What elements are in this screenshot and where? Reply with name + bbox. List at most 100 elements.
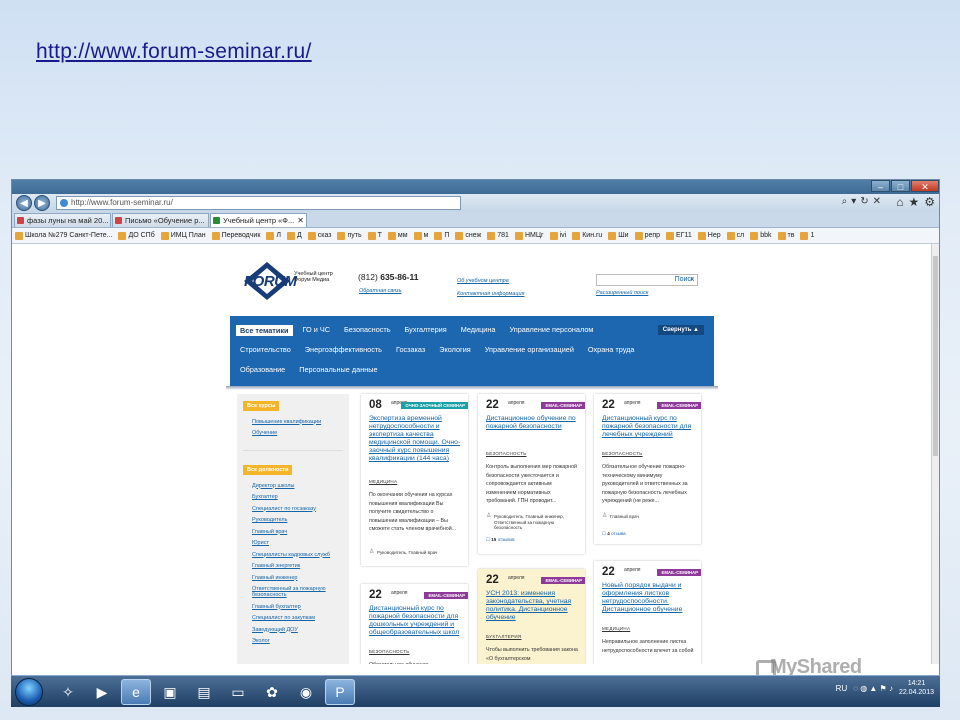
sidebar-link[interactable]: Повышение квалификации: [252, 419, 349, 425]
favorite-item[interactable]: сказ: [307, 231, 331, 240]
sidebar-link[interactable]: Директор школы: [252, 483, 349, 489]
sidebar-link[interactable]: Заведующий ДОУ: [252, 627, 349, 633]
refresh-icon[interactable]: ↻: [860, 196, 868, 207]
start-button[interactable]: [15, 678, 43, 706]
card-category[interactable]: БЕЗОПАСНОСТЬ: [369, 649, 410, 654]
sidebar-link[interactable]: Ответственный за пожарную безопасность: [252, 586, 349, 598]
nav-item[interactable]: Образование: [240, 365, 285, 374]
card-category[interactable]: БЕЗОПАСНОСТЬ: [486, 451, 527, 456]
card-title-link[interactable]: Дистанционный курс по пожарной безопасно…: [369, 605, 464, 637]
nav-item[interactable]: Бухгалтерия: [405, 325, 447, 336]
sidebar-link[interactable]: Руководитель: [252, 517, 349, 523]
search-input[interactable]: Поиск ⌕: [596, 274, 698, 286]
card-category[interactable]: МЕДИЦИНА: [369, 479, 397, 484]
tray-icons[interactable]: ◌ ◍ ▲ ⚑ ♪: [853, 684, 893, 693]
card-category[interactable]: БЕЗОПАСНОСТЬ: [602, 451, 643, 456]
seminar-card[interactable]: 08 апреля ОЧНО-ЗАОЧНЫЙ СЕМИНАР Экспертиза в…: [361, 394, 468, 566]
favorite-item[interactable]: путь: [337, 231, 362, 240]
sidebar-link[interactable]: Главный энергетик: [252, 563, 349, 569]
about-link[interactable]: Об учебном центре: [457, 278, 509, 284]
nav-item[interactable]: Управление персоналом: [509, 325, 593, 336]
url-field[interactable]: http://www.forum-seminar.ru/: [56, 196, 461, 210]
nav-item[interactable]: Медицина: [461, 325, 496, 336]
card-category[interactable]: БУХГАЛТЕРИЯ: [486, 634, 521, 639]
search-icon[interactable]: ⌕: [842, 196, 848, 207]
favorite-item[interactable]: Ши: [608, 231, 629, 240]
nav-item[interactable]: Безопасность: [344, 325, 391, 336]
contacts-link[interactable]: Контактная информация: [457, 291, 524, 297]
collapse-button[interactable]: Свернуть ▲: [657, 325, 704, 335]
favorite-item[interactable]: 781: [487, 231, 509, 240]
nav-item[interactable]: Охрана труда: [588, 345, 635, 354]
language-indicator[interactable]: RU: [836, 684, 848, 693]
sidebar-link[interactable]: Эколог: [252, 638, 349, 644]
clock[interactable]: 14:21 22.04.2013: [899, 679, 934, 697]
back-button[interactable]: ◀: [16, 195, 32, 211]
favorite-item[interactable]: м: [413, 231, 428, 240]
favorite-item[interactable]: 1: [800, 231, 814, 240]
nav-item[interactable]: Госзаказ: [396, 345, 425, 354]
tab-2[interactable]: Письмо «Обучение р...: [112, 213, 209, 227]
nav-item[interactable]: Все тематики: [236, 325, 293, 336]
sidebar-link[interactable]: Главный врач: [252, 529, 349, 535]
card-title-link[interactable]: Экспертиза временной нетрудоспособности …: [369, 415, 464, 463]
favorite-item[interactable]: Д: [286, 231, 302, 240]
seminar-card[interactable]: 22 апреля EMAIL-СЕМИНАР Дистанционный курс …: [361, 584, 468, 664]
favorite-item[interactable]: ivi: [549, 231, 566, 240]
media-icon[interactable]: ✧: [53, 679, 83, 705]
card-title-link[interactable]: Дистанционный курс по пожарной безопасно…: [602, 415, 697, 439]
seminar-card[interactable]: 22 апреля EMAIL-СЕМИНАР Дистанционный курс …: [594, 394, 701, 544]
favorite-item[interactable]: репр: [634, 231, 660, 240]
ie-icon[interactable]: e: [121, 679, 151, 705]
star-icon[interactable]: ★: [908, 195, 919, 209]
favorite-item[interactable]: ИМЦ План: [160, 231, 206, 240]
powerpoint-icon[interactable]: P: [325, 679, 355, 705]
sidebar-link[interactable]: Специалист по закупкам: [252, 615, 349, 621]
courses-heading[interactable]: Все курсы: [243, 401, 280, 411]
sidebar-link[interactable]: Главный инженер: [252, 575, 349, 581]
card-reviews-link[interactable]: ☐ 4 отзыва: [602, 531, 626, 537]
sidebar-link[interactable]: Специалисты кадровых служб: [252, 552, 349, 558]
nav-item[interactable]: Энергоэффективность: [305, 345, 382, 354]
favorite-item[interactable]: П: [434, 231, 449, 240]
sidebar-link[interactable]: Главный бухгалтер: [252, 604, 349, 610]
card-title-link[interactable]: Дистанционное обучение по пожарной безоп…: [486, 415, 581, 431]
card-category[interactable]: МЕДИЦИНА: [602, 626, 630, 631]
favorite-item[interactable]: Школа №279 Санкт-Пете...: [15, 231, 112, 240]
chrome-icon[interactable]: ◉: [291, 679, 321, 705]
favorite-item[interactable]: мм: [387, 231, 408, 240]
favorite-item[interactable]: тв: [777, 231, 794, 240]
favorite-item[interactable]: Л: [266, 231, 281, 240]
favorite-item[interactable]: ДО СПб: [118, 231, 155, 240]
nav-item[interactable]: Экология: [439, 345, 471, 354]
favorite-item[interactable]: Т: [367, 231, 382, 240]
favorite-item[interactable]: ЕГ11: [666, 231, 692, 240]
seminar-card[interactable]: 22 апреля EMAIL-СЕМИНАР Новый порядок выдач…: [594, 561, 701, 664]
sidebar-link[interactable]: Юрист: [252, 540, 349, 546]
home-icon[interactable]: ⌂: [896, 195, 903, 209]
feedback-link[interactable]: Обратная связь: [359, 288, 402, 294]
gear-icon[interactable]: ⚙: [924, 195, 935, 209]
seminar-card[interactable]: 22 апреля EMAIL-СЕМИНАР УСН 2013: изменения…: [478, 569, 585, 664]
nav-item[interactable]: ГО и ЧС: [303, 325, 330, 336]
sidebar-link[interactable]: Бухгалтер: [252, 494, 349, 500]
stop-icon[interactable]: ✕: [873, 196, 881, 207]
folder-icon[interactable]: ▭: [223, 679, 253, 705]
nav-item[interactable]: Строительство: [240, 345, 291, 354]
close-tab-icon[interactable]: ✕: [297, 216, 304, 225]
positions-heading[interactable]: Все должности: [243, 465, 293, 475]
seminar-card[interactable]: 22 апреля EMAIL-СЕМИНАР Дистанционное обуче…: [478, 394, 585, 554]
tab-3[interactable]: Учебный центр «Ф... ✕: [210, 213, 307, 227]
media-player-icon[interactable]: ▶: [87, 679, 117, 705]
favorite-item[interactable]: сл: [726, 231, 744, 240]
card-title-link[interactable]: УСН 2013: изменения законодательства, уч…: [486, 590, 581, 622]
security-icon[interactable]: ▾: [851, 196, 856, 207]
minimize-button[interactable]: –: [871, 180, 890, 192]
tab-1[interactable]: фазы луны на май 20...: [14, 213, 111, 227]
favorite-item[interactable]: снеж: [455, 231, 481, 240]
favorite-item[interactable]: Кин.ru: [572, 231, 602, 240]
favorite-item[interactable]: bbk: [750, 231, 772, 240]
calculator-icon[interactable]: ▤: [189, 679, 219, 705]
forward-button[interactable]: ▶: [34, 195, 50, 211]
card-title-link[interactable]: Новый порядок выдачи и оформления листко…: [602, 582, 697, 614]
